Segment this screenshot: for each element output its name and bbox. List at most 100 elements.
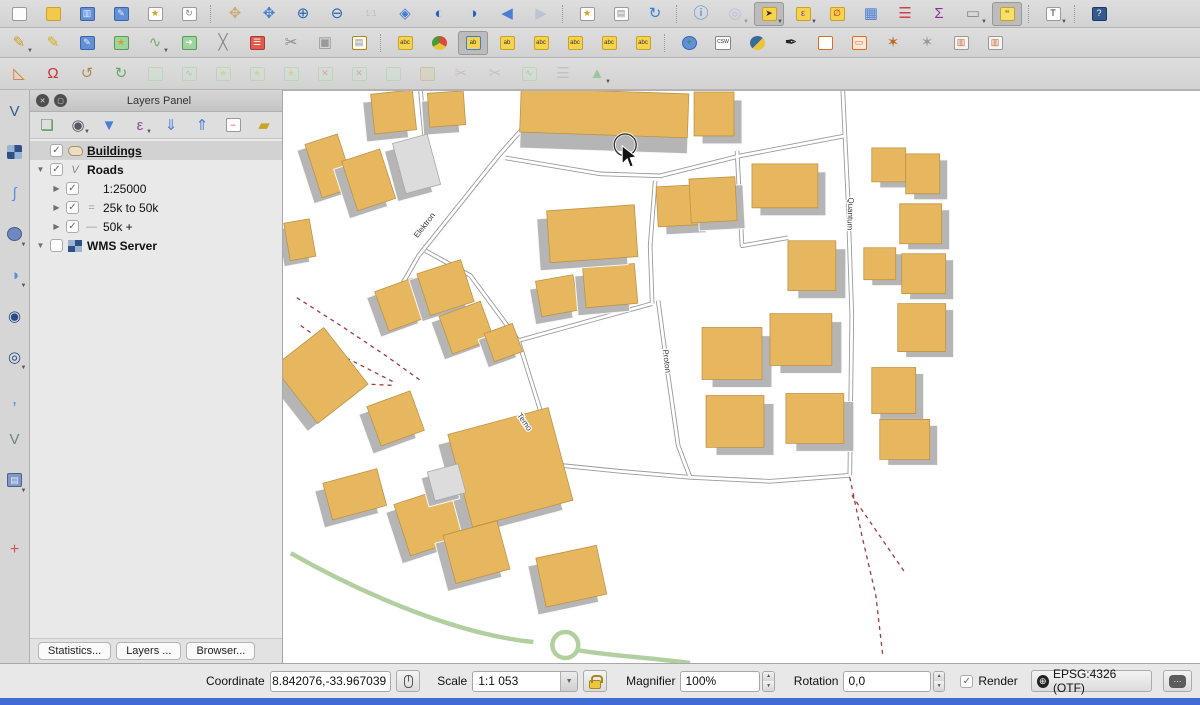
save-project-icon[interactable]: ▥ [72, 2, 102, 26]
zoom-native-icon[interactable]: 1:1 [356, 2, 386, 26]
expand-arrow-icon[interactable]: ▶ [50, 222, 63, 231]
change-label-icon[interactable]: abc [628, 31, 658, 55]
dropdown-arrow-icon[interactable]: ▼ [84, 129, 90, 135]
add-delimited-text-icon[interactable]: ∫ [2, 178, 28, 208]
unpin-labels-icon[interactable]: ab [492, 31, 522, 55]
undo-icon[interactable]: ↺ [72, 62, 102, 86]
composer-manager-icon[interactable]: ↻ [174, 2, 204, 26]
zoom-out-icon[interactable]: ⊖ [322, 2, 352, 26]
pan-map-icon[interactable]: ✥ [220, 2, 250, 26]
rotate-feature-icon[interactable] [140, 62, 170, 86]
zoom-full-icon[interactable]: ◈ [390, 2, 420, 26]
magnifier-spinner[interactable]: ▲▼ [762, 671, 774, 692]
expand-all-icon[interactable]: ⇓ [158, 114, 184, 136]
add-vector-layer-icon[interactable]: V [2, 96, 28, 126]
dropdown-arrow-icon[interactable]: ▼ [605, 79, 611, 85]
deselect-all-icon[interactable]: ∅ [822, 2, 852, 26]
toggle-editing-icon[interactable]: ✎ [38, 31, 68, 55]
expand-arrow-icon[interactable]: ▼ [34, 165, 47, 174]
paste-features-icon[interactable]: ▤ [344, 31, 374, 55]
close-panel-icon[interactable]: ✕ [36, 94, 49, 107]
redo-icon[interactable]: ↻ [106, 62, 136, 86]
multiedit-attributes-icon[interactable]: ☰ [548, 62, 578, 86]
field-calculator-icon[interactable]: ☰ [890, 2, 920, 26]
dropdown-arrow-icon[interactable]: ▼ [21, 242, 27, 248]
manage-visibility-icon[interactable]: ◉▼ [65, 114, 91, 136]
panel-tab-statistics[interactable]: Statistics... [38, 642, 111, 660]
save-project-as-icon[interactable]: ✎ [106, 2, 136, 26]
help-icon[interactable]: ? [1084, 2, 1114, 26]
clear-style-icon[interactable]: ▰ [251, 114, 277, 136]
cut-features-icon[interactable]: ✂ [276, 31, 306, 55]
run-feature-action-icon[interactable]: ◎▼ [720, 2, 750, 26]
pan-to-selection-icon[interactable]: ✥ [254, 2, 284, 26]
new-project-icon[interactable] [4, 2, 34, 26]
mouse-position-toggle-button[interactable] [396, 670, 420, 692]
new-print-composer-icon[interactable]: ★ [140, 2, 170, 26]
web-plugin-icon[interactable]: + [674, 31, 704, 55]
measure-icon[interactable]: ▭▼ [958, 2, 988, 26]
pen-nib-icon[interactable]: ✒ [776, 31, 806, 55]
layer-roads-25k-50k[interactable]: ▶✓=25k to 50k [30, 198, 282, 217]
fill-ring-icon[interactable]: ★ [276, 62, 306, 86]
add-wfs-layer-icon[interactable]: , [2, 383, 28, 413]
add-raster-layer-icon[interactable] [2, 137, 28, 167]
python-console-icon[interactable] [742, 31, 772, 55]
zoom-last-icon[interactable]: ◀ [492, 2, 522, 26]
add-virtual-layer-icon[interactable]: ▤▼ [2, 465, 28, 495]
node-tool-icon[interactable]: ╳ [208, 31, 238, 55]
current-edits-icon[interactable]: ✎▼ [4, 31, 34, 55]
rectangle-tool-icon[interactable]: ▭ [844, 31, 874, 55]
metasearch-add-icon[interactable]: ▥ [980, 31, 1010, 55]
layer-visibility-checkbox[interactable]: ✓ [50, 163, 63, 176]
dropdown-arrow-icon[interactable]: ▼ [21, 283, 27, 289]
wand-b-icon[interactable]: ✶ [878, 31, 908, 55]
layer-labeling-icon[interactable]: abc [390, 31, 420, 55]
touch-zoom-icon[interactable] [810, 31, 840, 55]
metasearch-v-icon[interactable]: ▥ [946, 31, 976, 55]
dropdown-arrow-icon[interactable]: ▼ [777, 19, 783, 25]
vertex-marker-icon[interactable]: ▲▼ [582, 62, 612, 86]
dropdown-arrow-icon[interactable]: ▼ [811, 19, 817, 25]
layer-visibility-checkbox[interactable] [50, 239, 63, 252]
scale-combo[interactable]: 1:1 053 ▼ [472, 671, 578, 692]
add-wcs-layer-icon[interactable]: ◎▼ [2, 342, 28, 372]
select-features-icon[interactable]: ➤▼ [754, 2, 784, 26]
layer-wms-server[interactable]: ▼WMS Server [30, 236, 282, 255]
delete-ring-icon[interactable]: ✕ [310, 62, 340, 86]
crs-status-button[interactable]: ⊕ EPSG:4326 (OTF) [1031, 670, 1152, 692]
layer-diagram-icon[interactable] [424, 31, 454, 55]
reshape-features-icon[interactable] [412, 62, 442, 86]
add-part-icon[interactable]: ★ [242, 62, 272, 86]
add-circular-string-icon[interactable]: ∿▼ [140, 31, 170, 55]
simplify-feature-icon[interactable]: ∿ [174, 62, 204, 86]
collapse-all-icon[interactable]: ⇑ [189, 114, 215, 136]
expand-arrow-icon[interactable]: ▼ [34, 241, 47, 250]
move-feature-icon[interactable]: ➜ [174, 31, 204, 55]
text-annotation-icon[interactable]: T▼ [1038, 2, 1068, 26]
open-project-icon[interactable] [38, 2, 68, 26]
dropdown-arrow-icon[interactable]: ▼ [27, 48, 33, 54]
show-bookmarks-icon[interactable]: ▤ [606, 2, 636, 26]
dropdown-arrow-icon[interactable]: ▼ [21, 488, 27, 494]
rotation-field[interactable]: 0,0 [843, 671, 930, 692]
filter-legend-icon[interactable]: ▼ [96, 114, 122, 136]
expand-arrow-icon[interactable]: ▶ [50, 203, 63, 212]
add-spatialite-layer-icon[interactable]: ◑▼ [2, 260, 28, 290]
remove-layer-icon[interactable]: − [220, 114, 246, 136]
zoom-to-selection-icon[interactable]: ◐ [424, 2, 454, 26]
rotate-label-icon[interactable]: abc [594, 31, 624, 55]
snapping-magnet-icon[interactable]: Ω [38, 62, 68, 86]
attribute-table-icon[interactable]: ▦ [856, 2, 886, 26]
scale-lock-button[interactable] [583, 670, 607, 692]
layer-buildings[interactable]: ✓Buildings [30, 141, 282, 160]
rotation-spinner[interactable]: ▲▼ [933, 671, 945, 692]
add-wms-layer-icon[interactable]: ◉ [2, 301, 28, 331]
coordinate-field[interactable]: 8.842076,-33.967039 [270, 671, 391, 692]
layer-roads[interactable]: ▼✓VRoads [30, 160, 282, 179]
map-tips-icon[interactable]: ❝ [992, 2, 1022, 26]
zoom-in-icon[interactable]: ⊕ [288, 2, 318, 26]
move-label-icon[interactable]: abc [560, 31, 590, 55]
dropdown-arrow-icon[interactable]: ▼ [981, 19, 987, 25]
wand-icon[interactable]: ✶ [912, 31, 942, 55]
